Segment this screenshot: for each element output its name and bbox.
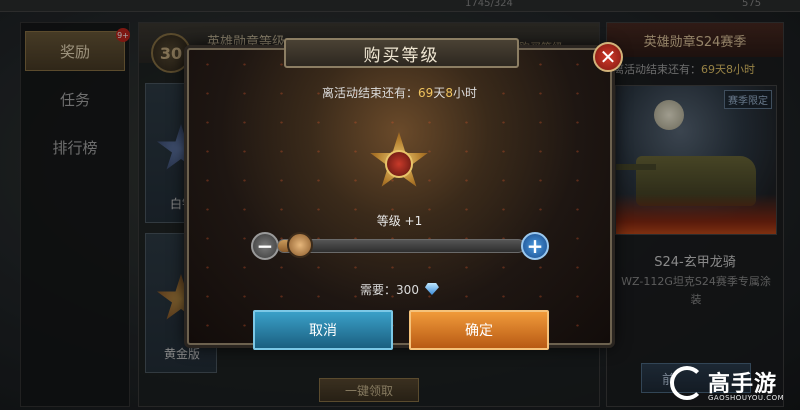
logo-icon (670, 366, 704, 400)
days-unit: 天 (433, 86, 446, 100)
diamond-icon (424, 283, 439, 295)
game-screen: { "topstrip": {"left_value": "1745/324",… (0, 0, 800, 410)
remaining-hours: 8 (445, 86, 453, 100)
watermark-subtext: GAOSHOUYOU.COM (708, 394, 785, 402)
cost-row: 需要：300 (189, 281, 610, 298)
buy-level-dialog: 购买等级 ✕ 离活动结束还有：69天8小时 等级 +1 − + 需要：300 取… (187, 38, 623, 350)
increase-button[interactable]: + (521, 232, 549, 260)
hours-unit: 小时 (452, 86, 477, 100)
remaining-days: 69 (418, 86, 434, 100)
decrease-button[interactable]: − (251, 232, 279, 260)
medal-emblem (385, 150, 413, 178)
cost-label: 需要： (360, 283, 397, 297)
cancel-button[interactable]: 取消 (253, 310, 393, 350)
confirm-button[interactable]: 确定 (409, 310, 549, 350)
close-icon[interactable]: ✕ (593, 42, 623, 72)
remaining-label: 离活动结束还有： (322, 86, 419, 100)
watermark-logo: 高手游 GAOSHOUYOU.COM (670, 360, 796, 408)
level-increment-label: 等级 +1 (376, 214, 423, 228)
dialog-title: 购买等级 (284, 38, 519, 68)
level-slider[interactable] (277, 239, 525, 253)
dialog-remaining-time: 离活动结束还有：69天8小时 (189, 84, 610, 101)
cost-value: 300 (396, 283, 419, 297)
